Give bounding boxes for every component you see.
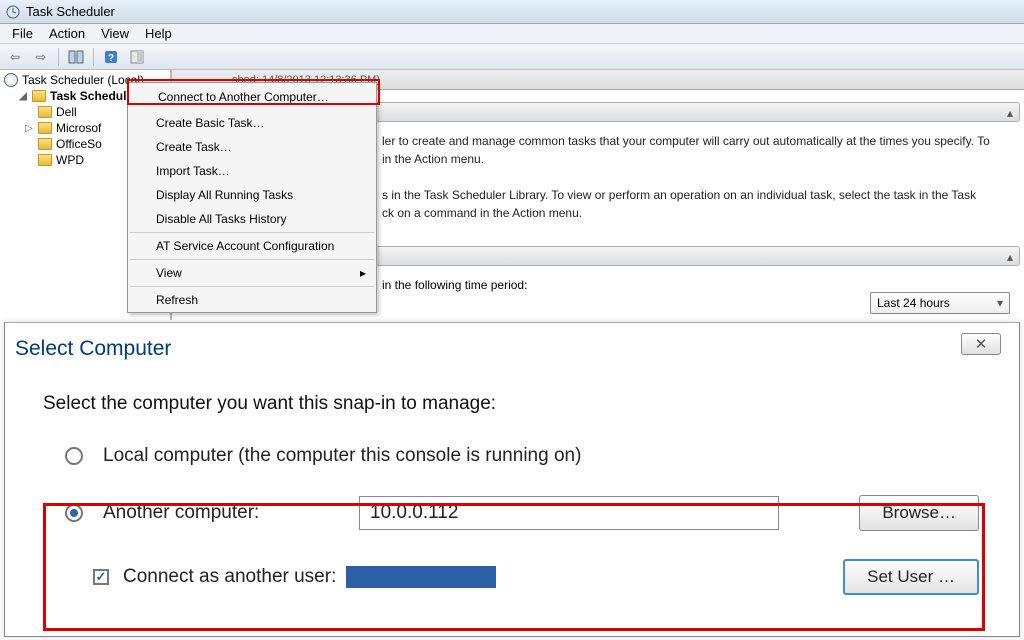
menu-file[interactable]: File <box>4 25 41 42</box>
window-titlebar: Task Scheduler <box>0 0 1024 24</box>
menu-create-basic-task[interactable]: Create Basic Task… <box>128 111 376 135</box>
computer-name-input[interactable]: 10.0.0.112 <box>359 496 779 530</box>
tree-item-label: WPD <box>56 153 84 167</box>
collapse-icon: ▴ <box>1007 250 1013 264</box>
local-label: Local computer (the computer this consol… <box>103 445 581 467</box>
scheduler-icon <box>4 73 18 87</box>
menu-action[interactable]: Action <box>41 25 93 42</box>
tree-item-label: Dell <box>56 105 77 119</box>
window-title: Task Scheduler <box>26 4 115 19</box>
menu-create-task[interactable]: Create Task… <box>128 135 376 159</box>
back-button[interactable]: ⇦ <box>4 47 26 67</box>
dialog-title: Select Computer <box>15 337 171 361</box>
separator <box>130 232 374 233</box>
period-label: in the following time period: <box>382 278 527 292</box>
tree-root-label: Task Scheduler (Local) <box>22 73 144 87</box>
close-icon: ✕ <box>975 335 988 353</box>
menu-connect-computer[interactable]: Connect to Another Computer… <box>128 83 376 111</box>
separator <box>58 48 59 66</box>
menu-view[interactable]: View▸ <box>128 261 376 285</box>
expander-icon[interactable]: ◢ <box>18 91 28 102</box>
svg-text:?: ? <box>108 53 114 64</box>
period-value: Last 24 hours <box>877 296 950 310</box>
period-combo[interactable]: Last 24 hours <box>870 292 1010 314</box>
folder-icon <box>32 90 46 102</box>
panes-button[interactable] <box>65 47 87 67</box>
browse-button[interactable]: Browse… <box>859 495 979 531</box>
app-icon <box>6 5 20 19</box>
username-redacted <box>346 566 496 588</box>
separator <box>93 48 94 66</box>
dialog-body: Select the computer you want this snap-i… <box>43 393 981 621</box>
folder-icon <box>38 106 52 118</box>
submenu-arrow-icon: ▸ <box>360 266 366 280</box>
radio-another[interactable] <box>65 504 83 522</box>
pane-button[interactable] <box>126 47 148 67</box>
folder-icon <box>38 122 52 134</box>
checkbox-connect-as[interactable] <box>93 569 109 585</box>
set-user-button[interactable]: Set User … <box>843 559 979 595</box>
option-local-computer[interactable]: Local computer (the computer this consol… <box>63 443 981 469</box>
menubar: File Action View Help <box>0 24 1024 44</box>
option-another-computer[interactable]: Another computer: 10.0.0.112 Browse… <box>63 493 981 533</box>
folder-icon <box>38 154 52 166</box>
dialog-heading: Select the computer you want this snap-i… <box>43 393 981 415</box>
expander-icon[interactable]: ▷ <box>24 123 34 134</box>
connect-as-label: Connect as another user: <box>123 566 336 588</box>
action-menu: Connect to Another Computer… Create Basi… <box>127 82 377 313</box>
folder-icon <box>38 138 52 150</box>
tree-library-label: Task Schedul <box>50 89 126 103</box>
another-label: Another computer: <box>103 502 343 524</box>
overview-panel-header[interactable]: ▴ <box>372 102 1020 122</box>
separator <box>130 286 374 287</box>
forward-button[interactable]: ⇨ <box>30 47 52 67</box>
toolbar: ⇦ ⇨ ? <box>0 44 1024 70</box>
collapse-icon: ▴ <box>1007 106 1013 120</box>
menu-refresh[interactable]: Refresh <box>128 288 376 312</box>
menu-help[interactable]: Help <box>137 25 180 42</box>
computer-name-value: 10.0.0.112 <box>370 502 458 524</box>
menu-disable-history[interactable]: Disable All Tasks History <box>128 207 376 231</box>
tree-item-label: Microsof <box>56 121 101 135</box>
status-panel-header[interactable]: ▴ <box>372 246 1020 266</box>
menu-import-task[interactable]: Import Task… <box>128 159 376 183</box>
radio-local[interactable] <box>65 447 83 465</box>
dialog-close-button[interactable]: ✕ <box>961 333 1001 355</box>
separator <box>130 259 374 260</box>
menu-at-service[interactable]: AT Service Account Configuration <box>128 234 376 258</box>
menu-view[interactable]: View <box>93 25 137 42</box>
option-connect-as-user[interactable]: Connect as another user: Set User … <box>91 557 981 597</box>
help-button[interactable]: ? <box>100 47 122 67</box>
select-computer-dialog: Select Computer ✕ Select the computer yo… <box>4 322 1020 637</box>
tree-item-label: OfficeSo <box>56 137 102 151</box>
overview-text: ler to create and manage common tasks th… <box>372 128 1024 226</box>
menu-display-running[interactable]: Display All Running Tasks <box>128 183 376 207</box>
